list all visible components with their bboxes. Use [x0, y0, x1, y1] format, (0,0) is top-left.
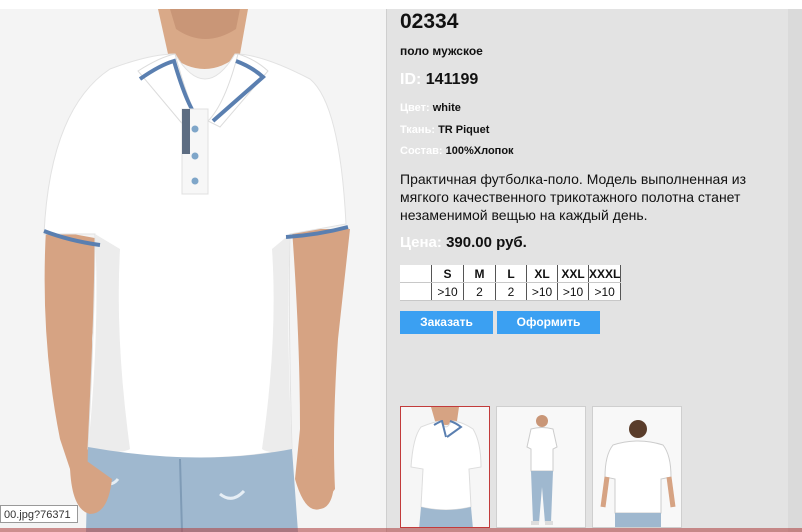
- fabric-attribute: Ткань: TR Piquet: [400, 124, 489, 136]
- thumbnail-image: [401, 407, 489, 527]
- size-header-cell: S: [431, 265, 464, 283]
- color-label: Цвет:: [400, 102, 430, 114]
- thumbnail-image: [593, 407, 681, 527]
- size-stock-cell: >10: [431, 282, 464, 301]
- size-header-cell: XXXL: [588, 265, 622, 283]
- composition-label: Состав:: [400, 145, 443, 157]
- size-header-cell: [400, 265, 432, 283]
- product-id: ID: 141199: [400, 71, 478, 89]
- fabric-label: Ткань:: [400, 124, 435, 136]
- color-attribute: Цвет: white: [400, 102, 461, 114]
- bottom-edge-strip: [0, 528, 802, 532]
- color-value: white: [432, 102, 461, 114]
- product-description: Практичная футболка-поло. Модель выполне…: [400, 171, 747, 223]
- top-strip: [0, 0, 802, 9]
- size-header-cell: XL: [526, 265, 558, 283]
- size-stock-cell: 2: [463, 282, 496, 301]
- checkout-button[interactable]: Оформить: [497, 311, 600, 334]
- url-tooltip: 00.jpg?76371: [0, 505, 78, 523]
- product-price: Цена: 390.00 руб.: [400, 234, 527, 251]
- fabric-value: TR Piquet: [438, 124, 490, 136]
- main-product-photo[interactable]: [0, 9, 386, 532]
- product-sku: 02334: [400, 10, 459, 33]
- order-button[interactable]: Заказать: [400, 311, 493, 334]
- id-value: 141199: [425, 71, 479, 88]
- product-subtitle: поло мужское: [400, 44, 483, 58]
- price-label: Цена:: [400, 234, 442, 251]
- size-header-cell: XXL: [557, 265, 589, 283]
- size-stock-cell: >10: [588, 282, 622, 301]
- id-label: ID:: [400, 71, 422, 88]
- thumbnail-full-body-front[interactable]: [496, 406, 586, 528]
- size-stock-table: S M L XL XXL XXXL >10 2 2 >10 >10 >10: [400, 265, 622, 301]
- size-stock-cell: >10: [526, 282, 558, 301]
- thumbnail-front-closeup[interactable]: [400, 406, 490, 528]
- size-stock-cell: >10: [557, 282, 589, 301]
- size-header-cell: L: [495, 265, 527, 283]
- composition-attribute: Состав: 100%Хлопок: [400, 145, 514, 157]
- size-header-row: S M L XL XXL XXXL: [400, 265, 622, 283]
- size-stock-row: >10 2 2 >10 >10 >10: [400, 282, 622, 301]
- composition-value: 100%Хлопок: [445, 145, 514, 157]
- size-stock-cell: 2: [495, 282, 527, 301]
- right-edge-scrollbar[interactable]: [788, 9, 802, 532]
- thumbnail-back-view[interactable]: [592, 406, 682, 528]
- size-stock-cell: [400, 282, 432, 301]
- polo-shirt-illustration: [0, 9, 386, 532]
- thumbnail-image: [497, 407, 585, 527]
- size-header-cell: M: [463, 265, 496, 283]
- price-value: 390.00 руб.: [446, 234, 527, 251]
